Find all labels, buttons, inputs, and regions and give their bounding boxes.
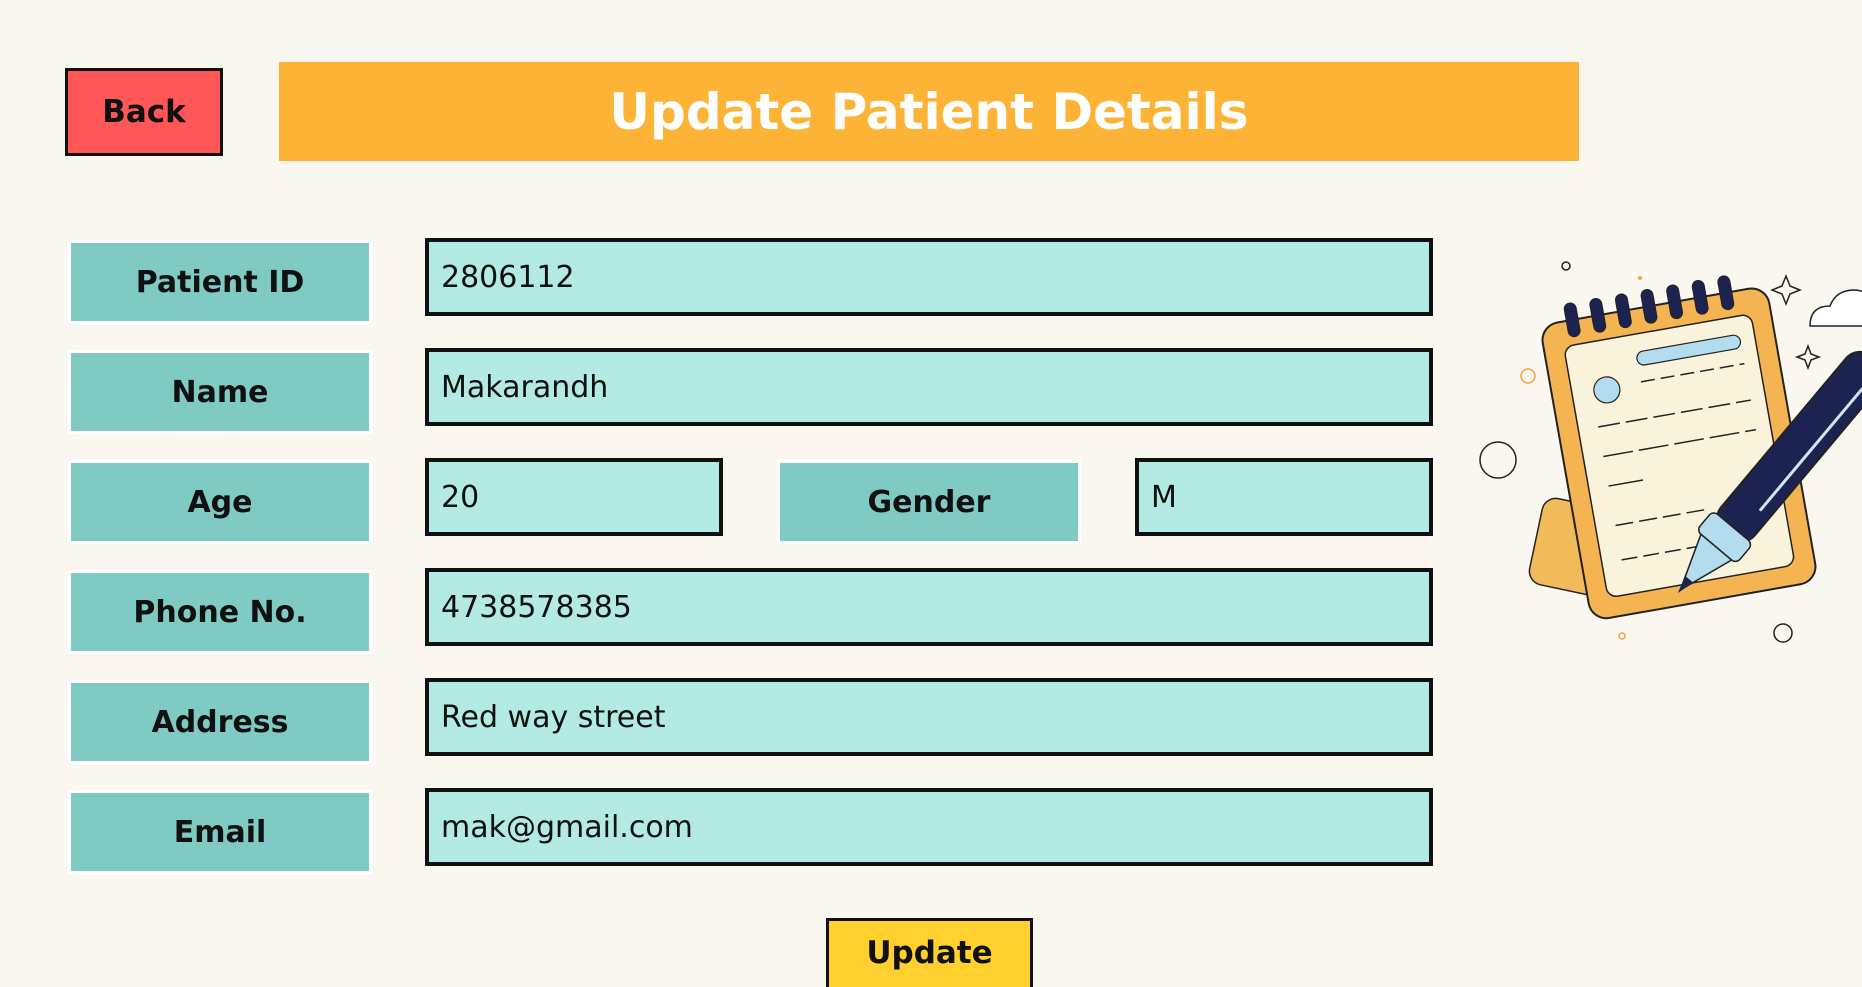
gender-input[interactable] (1135, 458, 1433, 536)
update-button[interactable]: Update (826, 918, 1033, 987)
email-label: Email (68, 790, 372, 874)
address-input[interactable] (425, 678, 1433, 756)
page-title: Update Patient Details (609, 82, 1249, 141)
age-label: Age (68, 460, 372, 544)
patient-id-input[interactable] (425, 238, 1433, 316)
phone-input[interactable] (425, 568, 1433, 646)
back-button[interactable]: Back (65, 68, 223, 156)
address-label: Address (68, 680, 372, 764)
name-input[interactable] (425, 348, 1433, 426)
email-input[interactable] (425, 788, 1433, 866)
name-label: Name (68, 350, 372, 434)
notepad-pen-icon (1479, 261, 1862, 643)
patient-id-label: Patient ID (68, 240, 372, 324)
update-patient-page: Back Update Patient Details Patient ID N… (0, 0, 1862, 987)
phone-label: Phone No. (68, 570, 372, 654)
age-input[interactable] (425, 458, 723, 536)
gender-label: Gender (777, 460, 1081, 544)
title-bar: Update Patient Details (279, 62, 1579, 161)
